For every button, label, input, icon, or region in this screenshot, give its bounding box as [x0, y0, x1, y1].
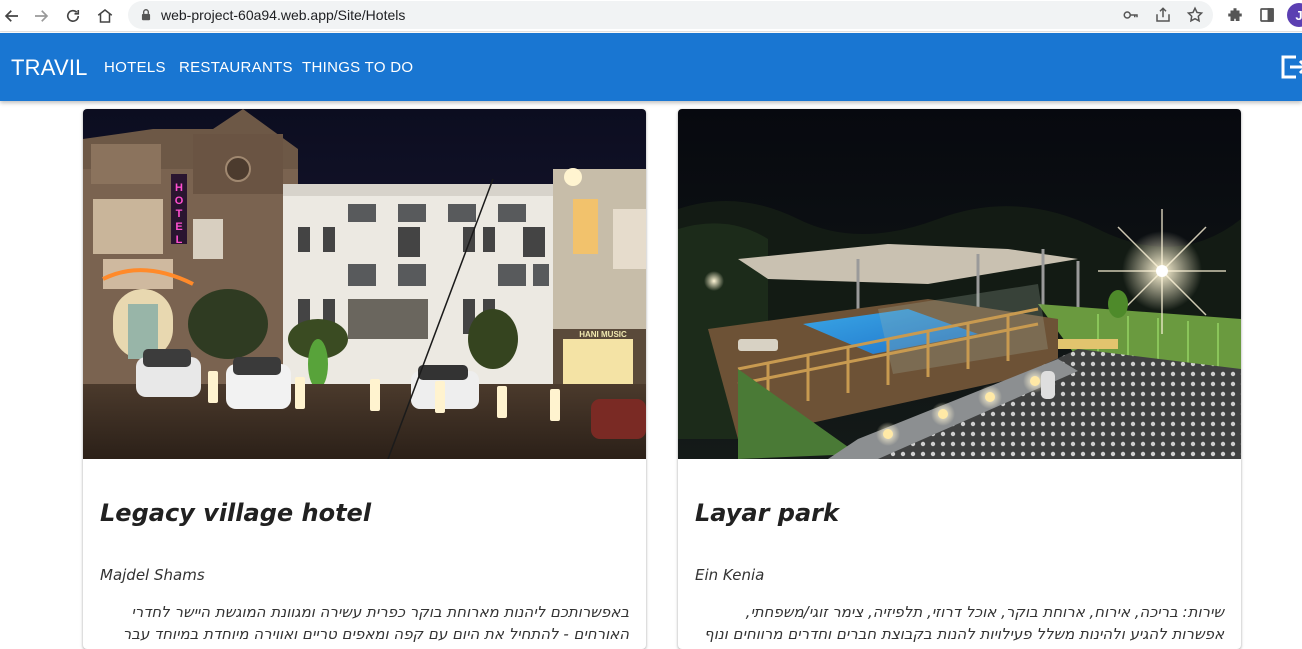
- svg-text:H: H: [175, 182, 183, 194]
- svg-text:T: T: [176, 208, 183, 220]
- svg-text:L: L: [176, 234, 183, 246]
- lock-icon[interactable]: [139, 8, 153, 22]
- url-text[interactable]: web-project-60a94.web.app/Site/Hotels: [161, 7, 405, 23]
- share-icon[interactable]: [1154, 6, 1172, 24]
- hotel-card[interactable]: H O T E L HANI MUSIC Legacy village hote…: [83, 109, 646, 649]
- svg-text:HANI MUSIC: HANI MUSIC: [579, 330, 627, 339]
- hotel-photo[interactable]: H O T E L HANI MUSIC: [83, 109, 646, 459]
- forward-icon[interactable]: [29, 4, 53, 28]
- hotel-title[interactable]: Layar park: [695, 499, 839, 527]
- extensions-icon[interactable]: [1226, 6, 1244, 24]
- hotel-card[interactable]: Layar park Ein Kenia שירות: בריכה, אירוח…: [678, 109, 1241, 649]
- logout-icon[interactable]: [1278, 52, 1302, 82]
- home-icon[interactable]: [93, 4, 117, 28]
- address-bar[interactable]: web-project-60a94.web.app/Site/Hotels: [128, 1, 1213, 29]
- app-bar: TRAVIL HOTELS RESTAURANTS THINGS TO DO: [0, 33, 1302, 101]
- svg-text:E: E: [175, 221, 182, 233]
- profile-avatar[interactable]: J: [1287, 3, 1302, 27]
- hotel-description: באפשרותכם ליהנות מארוחת בוקר כפרית עשירה…: [122, 603, 629, 649]
- reload-icon[interactable]: [61, 4, 85, 28]
- svg-text:O: O: [175, 195, 184, 207]
- key-icon[interactable]: [1122, 6, 1140, 24]
- nav-restaurants[interactable]: RESTAURANTS: [179, 59, 293, 76]
- star-icon[interactable]: [1186, 6, 1204, 24]
- hotel-description: שירות: בריכה, אירוח, ארוחת בוקר, אוכל דר…: [704, 603, 1224, 643]
- brand-logo[interactable]: TRAVIL: [11, 55, 88, 81]
- hotel-location: Majdel Shams: [100, 566, 205, 584]
- hotel-location: Ein Kenia: [695, 566, 765, 584]
- browser-toolbar: web-project-60a94.web.app/Site/Hotels J: [0, 0, 1302, 32]
- back-icon[interactable]: [0, 4, 24, 28]
- hotel-title[interactable]: Legacy village hotel: [100, 499, 371, 527]
- nav-hotels[interactable]: HOTELS: [104, 59, 166, 76]
- hotel-photo[interactable]: [678, 109, 1241, 459]
- sidepanel-icon[interactable]: [1258, 6, 1276, 24]
- nav-things-to-do[interactable]: THINGS TO DO: [302, 59, 413, 76]
